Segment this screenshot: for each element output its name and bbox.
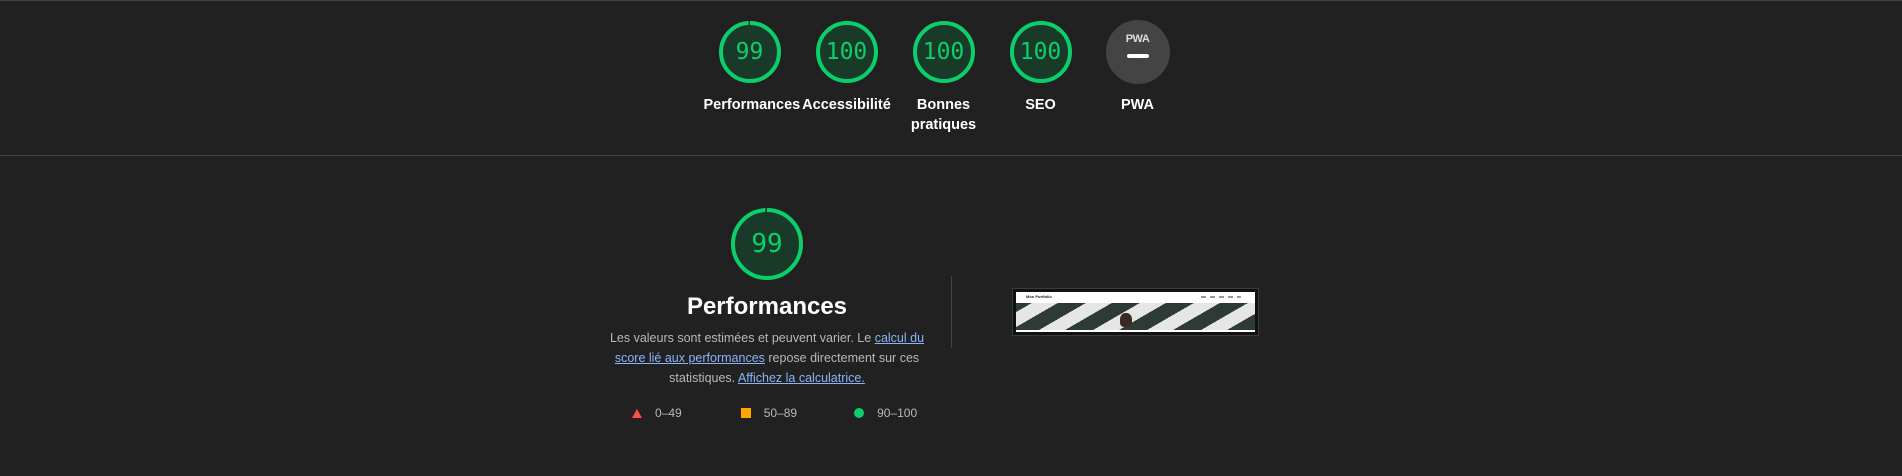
- gauge-ring: 99: [718, 20, 782, 84]
- gauge-ring: 100: [912, 20, 976, 84]
- gauge-accessibility[interactable]: 100 Accessibilité: [798, 20, 895, 135]
- screenshot-hero: [1016, 303, 1255, 330]
- circle-icon: [854, 408, 865, 418]
- gauge-score: 100: [1019, 39, 1062, 65]
- gauge-pwa[interactable]: PWA PWA: [1089, 20, 1186, 135]
- gauge-label: Bonnes pratiques: [910, 97, 977, 133]
- top-divider: [0, 0, 1902, 1]
- pwa-badge-icon: PWA: [1105, 20, 1170, 84]
- gauge-ring: 100: [1009, 20, 1073, 84]
- gauge-label: SEO: [1025, 97, 1056, 113]
- performance-description: Les valeurs sont estimées et peuvent var…: [607, 328, 927, 388]
- gauge-label: PWA: [1120, 97, 1155, 113]
- gauge-best-practices[interactable]: 100 Bonnes pratiques: [895, 20, 992, 135]
- pwa-badge-text: PWA: [1125, 33, 1150, 45]
- performance-gauge: 99: [730, 207, 804, 281]
- section-divider: [0, 155, 1902, 156]
- screenshot-nav: [1201, 296, 1241, 298]
- legend-average: 50–89: [740, 406, 798, 420]
- gauge-score: 100: [825, 39, 868, 65]
- vertical-divider: [951, 276, 952, 348]
- gauge-score: 100: [922, 39, 965, 65]
- gauge-label: Accessibilité: [802, 97, 891, 113]
- gauge-performance[interactable]: 99 Performances: [701, 20, 801, 135]
- legend-label: 50–89: [763, 406, 798, 420]
- legend-label: 90–100: [877, 406, 918, 420]
- performance-title: Performances: [686, 293, 848, 320]
- screenshot-portrait: [1120, 313, 1132, 327]
- screenshot-image: Mon Portfolio: [1016, 292, 1255, 332]
- legend-fail: 0–49: [632, 406, 682, 420]
- gauge-ring: 100: [815, 20, 879, 84]
- screenshot-site-name: Mon Portfolio: [1026, 294, 1052, 299]
- triangle-icon: [632, 408, 642, 418]
- dash-icon: [1126, 54, 1149, 58]
- gauge-seo[interactable]: 100 SEO: [992, 20, 1089, 135]
- legend-pass: 90–100: [854, 406, 917, 420]
- gauge-score: 99: [735, 39, 764, 65]
- calculator-link[interactable]: Affichez la calculatrice.: [738, 371, 865, 385]
- score-legend: 0–49 50–89 90–100: [632, 406, 917, 420]
- gauge-label: Performances: [703, 97, 801, 113]
- score-summary: 99 Performances 100 Accessibilité 100 Bo…: [701, 20, 1186, 135]
- page-screenshot-thumbnail[interactable]: Mon Portfolio: [1012, 288, 1259, 336]
- description-text: Les valeurs sont estimées et peuvent var…: [609, 331, 875, 345]
- performance-score: 99: [751, 229, 783, 259]
- screenshot-header: Mon Portfolio: [1016, 292, 1255, 303]
- square-icon: [740, 408, 751, 418]
- legend-label: 0–49: [655, 406, 682, 420]
